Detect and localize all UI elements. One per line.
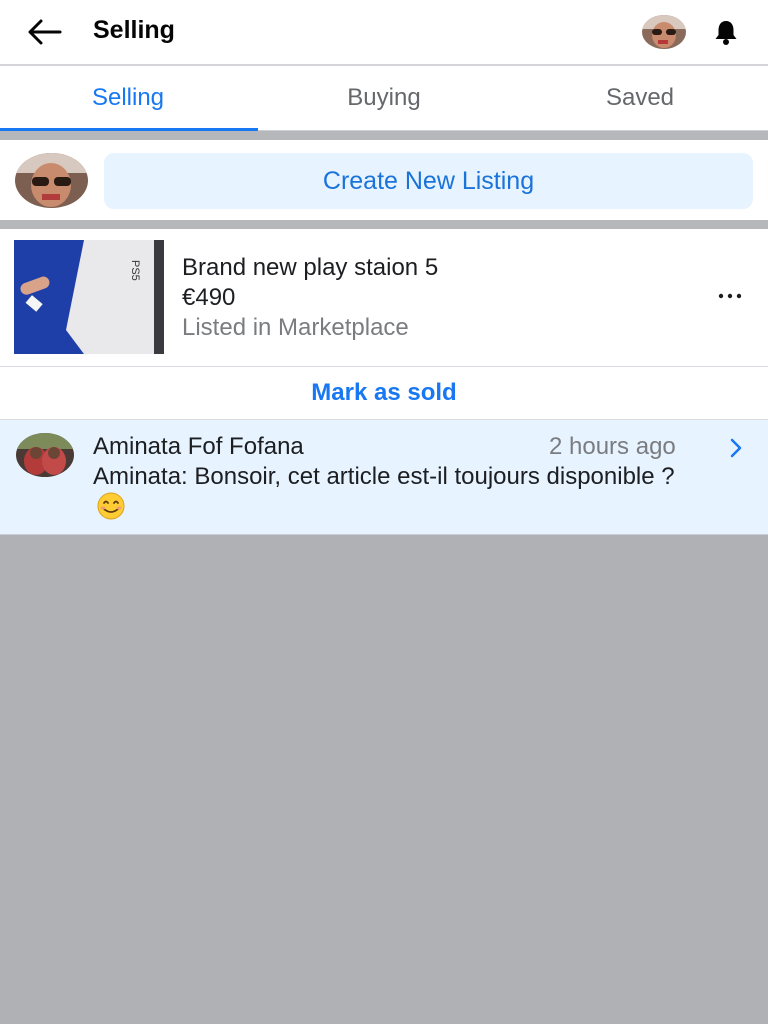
sender-name: Aminata Fof Fofana (93, 433, 304, 460)
back-arrow-icon[interactable] (22, 14, 66, 50)
message-thread[interactable]: Aminata Fof Fofana 2 hours ago Aminata: … (0, 420, 768, 535)
page-title: Selling (93, 16, 175, 44)
section-divider (0, 220, 768, 229)
tab-selling[interactable]: Selling (0, 66, 258, 131)
section-divider (0, 131, 768, 140)
ps5-logo-text: PS5 (129, 260, 141, 281)
mark-as-sold-row: Mark as sold (0, 367, 768, 420)
tab-label: Saved (605, 84, 675, 111)
avatar[interactable] (642, 15, 686, 49)
listing-thumbnail[interactable]: PS5 (14, 240, 164, 354)
smiling-face-emoji (93, 492, 129, 520)
listing-status: Listed in Marketplace (182, 314, 409, 341)
avatar[interactable] (15, 153, 88, 208)
message-time: 2 hours ago (549, 433, 676, 460)
tab-bar: Selling Buying Saved (0, 66, 768, 131)
mark-as-sold-button[interactable]: Mark as sold (311, 379, 456, 407)
more-options-icon[interactable] (712, 281, 748, 311)
chevron-right-icon[interactable] (724, 434, 748, 462)
avatar (16, 433, 74, 477)
listing-price: €490 (182, 284, 236, 311)
listing-item[interactable]: PS5 Brand new play staion 5 €490 Listed … (0, 229, 768, 367)
message-preview: Aminata: Bonsoir, cet article est-il tou… (93, 462, 703, 522)
bell-icon[interactable] (708, 14, 744, 50)
listing-title: Brand new play staion 5 (182, 254, 439, 281)
tab-saved[interactable]: Saved (512, 66, 768, 130)
tab-label: Buying (347, 84, 421, 111)
tab-buying[interactable]: Buying (256, 66, 512, 130)
create-new-listing-button[interactable]: Create New Listing (104, 153, 753, 209)
top-bar: Selling (0, 0, 768, 66)
tab-label: Selling (91, 84, 165, 111)
create-listing-row: Create New Listing (0, 140, 768, 220)
message-text: Aminata: Bonsoir, cet article est-il tou… (93, 463, 675, 490)
